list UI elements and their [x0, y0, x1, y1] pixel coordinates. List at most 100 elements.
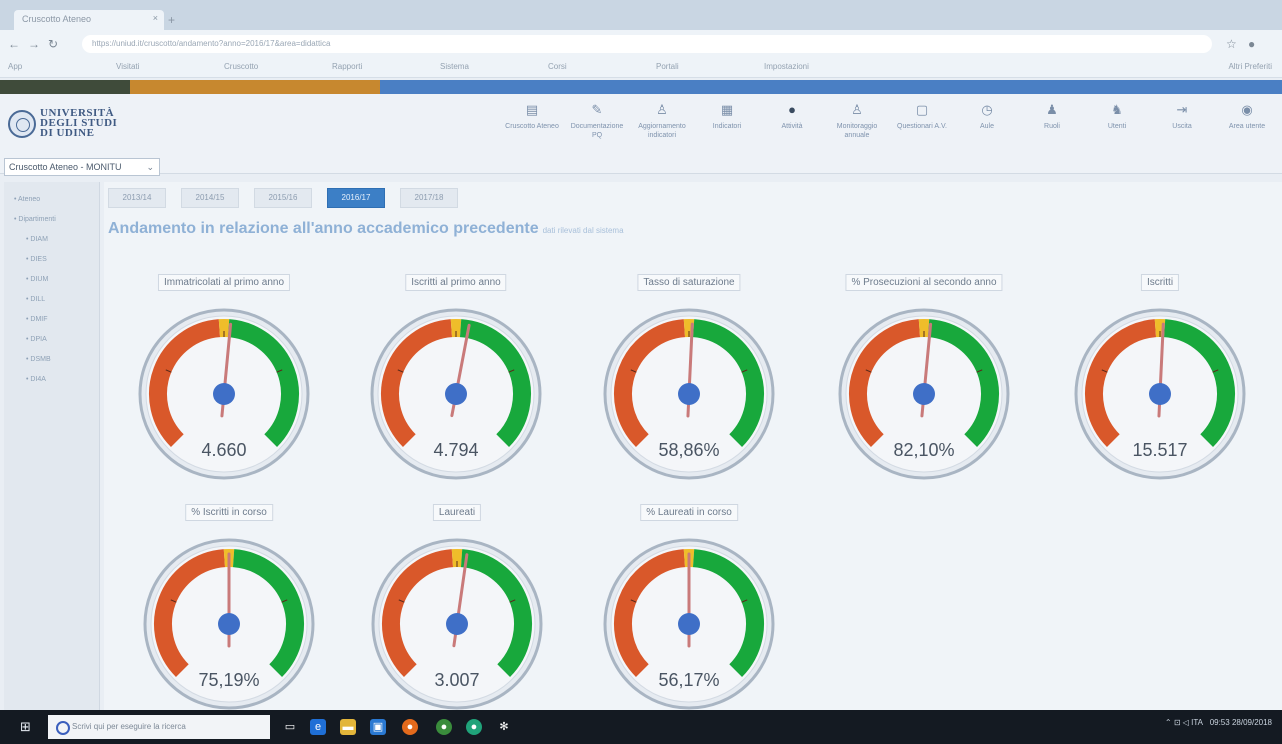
edge-icon[interactable]: e	[310, 719, 326, 735]
gauge-title: Tasso di saturazione	[637, 274, 741, 291]
menu-item-5[interactable]: ♙ Monitoraggio annuale	[825, 102, 889, 140]
menu-item-9[interactable]: ♞ Utenti	[1085, 102, 1149, 131]
gauge-title: Immatricolati al primo anno	[157, 274, 291, 291]
address-row: ← → ↻ https://uniud.it/cruscotto/andamen…	[0, 30, 1282, 58]
app-icon[interactable]: ●	[466, 719, 482, 735]
menu-item-3[interactable]: ▦ Indicatori	[695, 102, 759, 131]
sidebar-item[interactable]: • DIUM	[26, 276, 48, 283]
gauge-value: 75,19%	[198, 670, 259, 690]
university-seal-logo	[8, 110, 36, 138]
back-icon[interactable]: ←	[8, 37, 20, 51]
menu-item-1[interactable]: ✎ Documentazione PQ	[565, 102, 629, 140]
gauge-widget: % Prosecuzioni al secondo anno 82,10%	[824, 274, 1024, 494]
sidebar-item[interactable]: • DIES	[26, 256, 47, 263]
table-icon: ▦	[720, 102, 734, 117]
menu-item-7[interactable]: ◷ Aule	[955, 102, 1019, 131]
settings-icon[interactable]: ✻	[496, 719, 512, 735]
gauge-value: 58,86%	[658, 440, 719, 460]
header-strip-blue	[380, 80, 1282, 94]
gauge-value: 82,10%	[893, 440, 954, 460]
bookmark-item[interactable]: Altri Preferiti	[1228, 62, 1272, 71]
header-strip-dark	[0, 80, 130, 94]
gauge-dial: 75,19%	[143, 538, 315, 710]
sidebar-item[interactable]: • DIAM	[26, 236, 48, 243]
address-bar[interactable]: https://uniud.it/cruscotto/andamento?ann…	[82, 35, 1212, 53]
chevron-down-icon: ⌄	[146, 162, 154, 172]
bookmark-item[interactable]: App	[8, 62, 22, 71]
menu-item-0[interactable]: ▤ Cruscotto Ateneo	[500, 102, 564, 131]
bookmark-item[interactable]: Cruscotto	[224, 62, 258, 71]
dashboard-select[interactable]: Cruscotto Ateneo - MONITU ⌄	[4, 158, 160, 176]
menu-item-label: Utenti	[1107, 123, 1127, 130]
menu-item-4[interactable]: ● Attività	[760, 102, 824, 131]
system-tray[interactable]: ⌃ ⊡ ◁ ITA 09:53 28/09/2018	[1165, 718, 1272, 727]
chrome-icon[interactable]: ●	[436, 719, 452, 735]
gauge-dial: 3.007	[371, 538, 543, 710]
year-tab[interactable]: 2017/18	[400, 188, 458, 208]
bookmark-item[interactable]: Sistema	[440, 62, 469, 71]
gauge-hub	[678, 613, 700, 635]
new-tab-icon[interactable]: +	[168, 13, 175, 27]
clock-icon: ◷	[981, 102, 993, 117]
sidebar-item[interactable]: • DMIF	[26, 316, 48, 323]
year-tab[interactable]: 2013/14	[108, 188, 166, 208]
forward-icon[interactable]: →	[28, 37, 40, 51]
main-content: 2013/14 2014/15 2015/16 2016/17 2017/18 Anda…	[104, 182, 1282, 710]
gauge-dial: 4.660	[138, 308, 310, 480]
menu-item-2[interactable]: ♙ Aggiornamento indicatori	[630, 102, 694, 140]
gauge-title: % Iscritti in corso	[185, 504, 273, 521]
year-tab[interactable]: 2014/15	[181, 188, 239, 208]
bookmark-item[interactable]: Rapporti	[332, 62, 362, 71]
star-icon[interactable]: ☆	[1226, 37, 1237, 51]
sidebar-item[interactable]: • DPIA	[26, 336, 47, 343]
menu-item-label: Questionari A.V.	[897, 123, 947, 130]
sidebar-item[interactable]: • Ateneo	[14, 196, 40, 203]
menu-item-6[interactable]: ▢ Questionari A.V.	[890, 102, 954, 131]
sidebar-item[interactable]: • Dipartimenti	[14, 216, 56, 223]
gauge-hub	[446, 613, 468, 635]
close-icon[interactable]: ×	[153, 13, 158, 23]
browser-tabbar: Cruscotto Ateneo × +	[0, 0, 1282, 30]
user-edit-icon: ♙	[656, 102, 668, 117]
menu-item-10[interactable]: ⇥ Uscita	[1150, 102, 1214, 131]
firefox-icon[interactable]: ●	[402, 719, 418, 735]
gauge-dial: 15.517	[1074, 308, 1246, 480]
menu-item-label: Uscita	[1172, 123, 1192, 130]
year-tab[interactable]: 2015/16	[254, 188, 312, 208]
store-icon[interactable]: ▣	[370, 719, 386, 735]
menu-item-label: Area utente	[1228, 123, 1266, 130]
gauge-dial: 56,17%	[603, 538, 775, 710]
menu-item-11[interactable]: ◉ Area utente	[1215, 102, 1279, 131]
bookmarks-bar: App Visitati Cruscotto Rapporti Sistema Corsi…	[0, 58, 1282, 78]
gauge-value: 4.660	[201, 440, 246, 460]
tray-icons: ⌃ ⊡ ◁ ITA	[1164, 718, 1208, 727]
sidebar-item[interactable]: • DI4A	[26, 376, 46, 383]
taskbar-search-input[interactable]: Scrivi qui per eseguire la ricerca	[48, 715, 270, 739]
menu-item-label: Ruoli	[1044, 123, 1060, 130]
person-icon: ●	[788, 102, 796, 117]
gauge-widget: Tasso di saturazione 58,86%	[589, 274, 789, 494]
bookmark-item[interactable]: Portali	[656, 62, 679, 71]
browser-tab[interactable]: Cruscotto Ateneo ×	[14, 10, 164, 30]
year-tab[interactable]: 2016/17	[327, 188, 385, 208]
file-explorer-icon[interactable]: ▬	[340, 719, 356, 735]
sidebar-item[interactable]: • DSMB	[26, 356, 51, 363]
menu-item-8[interactable]: ♟ Ruoli	[1020, 102, 1084, 131]
gauge-dial: 4.794	[370, 308, 542, 480]
bookmark-item[interactable]: Corsi	[548, 62, 567, 71]
reload-icon[interactable]: ↻	[48, 37, 58, 51]
extension-icon[interactable]: ●	[1248, 37, 1255, 51]
sidebar-item[interactable]: • DILL	[26, 296, 45, 303]
windows-start-icon[interactable]: ⊞	[20, 720, 34, 734]
gauge-title: Iscritti al primo anno	[405, 274, 507, 291]
clock-date: 28/09/2018	[1231, 718, 1272, 727]
logout-icon: ⇥	[1176, 102, 1188, 117]
bookmark-item[interactable]: Impostazioni	[764, 62, 809, 71]
task-view-icon[interactable]: ▭	[282, 719, 298, 735]
sidebar: • Ateneo • Dipartimenti • DIAM • DIES • DIUM…	[4, 182, 100, 710]
bookmark-item[interactable]: Visitati	[116, 62, 139, 71]
gauge-title: % Prosecuzioni al secondo anno	[845, 274, 1003, 291]
people-icon: ♟	[1046, 102, 1058, 117]
menu-item-label: Aule	[979, 123, 994, 130]
gauge-title: Iscritti	[1140, 274, 1180, 291]
